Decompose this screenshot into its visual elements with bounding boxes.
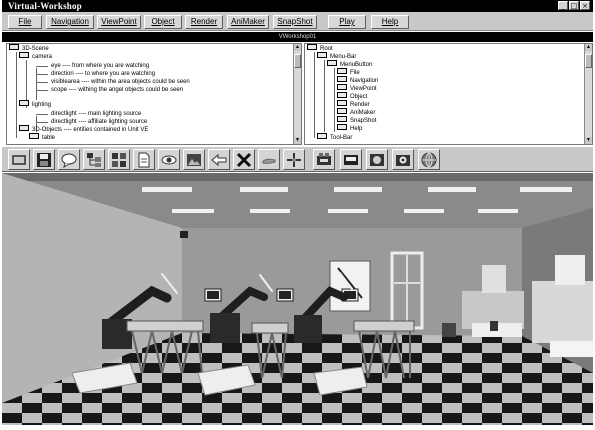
status-strip: [2, 425, 593, 430]
tree-node-camera[interactable]: camera: [19, 52, 52, 61]
comment-tool-button[interactable]: [58, 149, 80, 170]
eye-tool-button[interactable]: [158, 149, 180, 170]
interface-tree[interactable]: Root Menu-Bar MenuButton File Navigation…: [304, 43, 593, 145]
close-button[interactable]: ×: [580, 1, 590, 10]
tile-view-icon: [112, 153, 126, 167]
delete-x-icon: [236, 152, 252, 168]
tree-node-scope[interactable]: scope ---- withing the angel objects cou…: [51, 86, 183, 94]
tree-node-lighting[interactable]: lighting: [19, 100, 51, 109]
camera-tool-button[interactable]: [392, 149, 414, 170]
tile-view-tool-button[interactable]: [108, 149, 130, 170]
tree-node-eye[interactable]: eye ---- from where you are watching: [51, 62, 149, 70]
virtual-workshop-window: Virtual-Workshop _ □ × File Navigation V…: [2, 0, 593, 430]
tree-node-tool-bar[interactable]: Tool-Bar: [317, 133, 352, 142]
menu-bar: File Navigation ViewPoint Object Render …: [2, 12, 593, 31]
title-bar: Virtual-Workshop _ □ ×: [2, 0, 593, 12]
tree-view-icon: [87, 153, 101, 167]
workshop-scene: [2, 173, 593, 425]
pointer-tool-button[interactable]: [283, 149, 305, 170]
machine-icon: [317, 153, 331, 165]
hand-icon: [262, 158, 276, 164]
machine-tool-button[interactable]: [313, 149, 335, 170]
view-icon: [344, 155, 358, 165]
speech-bubble-icon: [61, 153, 77, 168]
window-title: Virtual-Workshop: [8, 1, 82, 11]
globe-icon: [421, 152, 437, 168]
3d-viewport[interactable]: [2, 173, 593, 425]
menu-render[interactable]: Render: [185, 15, 223, 29]
panel-header: VWorkshop01: [2, 32, 593, 42]
menu-help[interactable]: Help: [371, 15, 409, 29]
tree-node-directlight-affiliate[interactable]: directlight ---- affiliate lighting sour…: [51, 118, 147, 126]
tree-view-tool-button[interactable]: [83, 149, 105, 170]
view-tool-button[interactable]: [340, 149, 362, 170]
menu-snapshot[interactable]: SnapShot: [273, 15, 317, 29]
back-tool-button[interactable]: [208, 149, 230, 170]
interface-tree-scrollbar[interactable]: ▲ ▼: [584, 44, 592, 144]
menu-object[interactable]: Object: [144, 15, 182, 29]
pointer-icon: [287, 153, 301, 167]
menu-navigation[interactable]: Navigation: [46, 15, 94, 29]
eye-icon: [161, 155, 177, 165]
delete-tool-button[interactable]: [233, 149, 255, 170]
tree-node-help[interactable]: Help: [337, 124, 362, 133]
zoom-icon: [370, 154, 384, 166]
scene-tree-scrollbar[interactable]: ▲ ▼: [293, 44, 301, 144]
save-tool-button[interactable]: [33, 149, 55, 170]
save-icon: [37, 153, 51, 167]
tree-node-table[interactable]: table: [29, 133, 55, 142]
maximize-button[interactable]: □: [569, 1, 579, 10]
scene-tree[interactable]: 3D-Scene camera eye ---- from where you …: [6, 43, 302, 145]
menu-file[interactable]: File: [8, 15, 42, 29]
zoom-tool-button[interactable]: [366, 149, 388, 170]
camera-icon: [396, 155, 410, 166]
tree-node-directlight-main[interactable]: directlight ---- main lighting source: [51, 110, 141, 118]
back-arrow-icon: [211, 153, 227, 167]
scene-icon: [12, 155, 26, 165]
image-icon: [187, 154, 201, 166]
minimize-button[interactable]: _: [558, 1, 568, 10]
help-tool-button[interactable]: [418, 149, 440, 170]
menu-play[interactable]: Play: [328, 15, 366, 29]
image-tool-button[interactable]: [183, 149, 205, 170]
hand-tool-button[interactable]: [258, 149, 280, 170]
tree-node-menubutton[interactable]: MenuButton: [327, 60, 372, 69]
tool-bar: [2, 146, 593, 172]
menu-animaker[interactable]: AniMaker: [227, 15, 269, 29]
window-controls: _ □ ×: [558, 1, 590, 10]
document-tool-button[interactable]: [133, 149, 155, 170]
document-icon: [138, 152, 150, 168]
tree-node-visiblearea[interactable]: visiblearea ---- within the area objects…: [51, 78, 190, 86]
menu-viewpoint[interactable]: ViewPoint: [97, 15, 141, 29]
tree-node-direction[interactable]: direction ---- to where you are watching: [51, 70, 155, 78]
scene-tool-button[interactable]: [8, 149, 30, 170]
